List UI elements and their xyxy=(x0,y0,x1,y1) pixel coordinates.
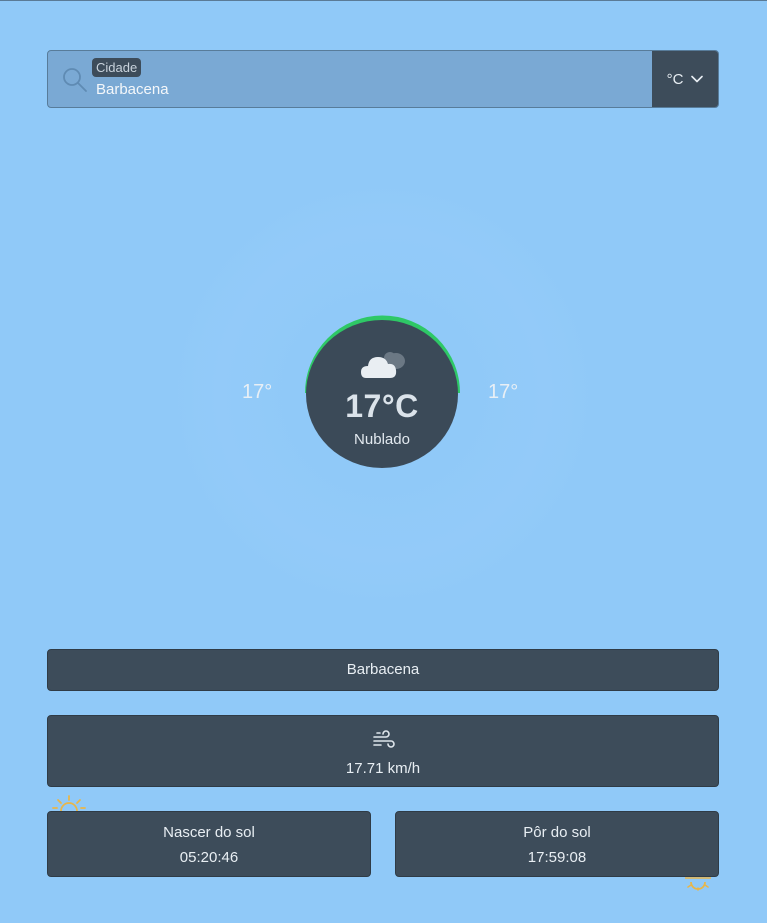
sunrise-card: Nascer do sol 05:20:46 xyxy=(47,811,371,877)
wind-card: 17.71 km/h xyxy=(47,715,719,787)
search-field-container[interactable]: Cidade xyxy=(48,51,652,107)
wind-speed: 17.71 km/h xyxy=(345,760,421,777)
gauge-center: 17°C Nublado xyxy=(306,320,458,468)
cloud-icon xyxy=(361,352,405,378)
weather-condition: Nublado xyxy=(354,431,410,448)
sunset-icon xyxy=(685,877,711,891)
sunset-card: Pôr do sol 17:59:08 xyxy=(395,811,719,877)
city-name: Barbacena xyxy=(346,661,420,678)
sunset-title: Pôr do sol xyxy=(523,824,591,841)
unit-selected-value: °C xyxy=(666,70,684,88)
search-bar: Cidade °C xyxy=(47,50,719,108)
temp-min: 17° xyxy=(242,381,273,403)
search-icon xyxy=(63,68,87,92)
sunrise-time: 05:20:46 xyxy=(179,849,239,866)
city-card: Barbacena xyxy=(47,649,719,691)
search-field-label: Cidade xyxy=(92,58,142,77)
chevron-down-icon xyxy=(691,75,704,83)
sunset-time: 17:59:08 xyxy=(527,849,587,866)
city-search-input[interactable] xyxy=(96,81,636,98)
wind-icon xyxy=(373,730,395,748)
temp-max: 17° xyxy=(488,381,519,403)
unit-selector[interactable]: °C xyxy=(652,51,718,107)
temperature-gauge: 17°C Nublado xyxy=(304,313,461,470)
sunrise-title: Nascer do sol xyxy=(163,824,255,841)
current-temperature: 17°C xyxy=(345,388,419,424)
